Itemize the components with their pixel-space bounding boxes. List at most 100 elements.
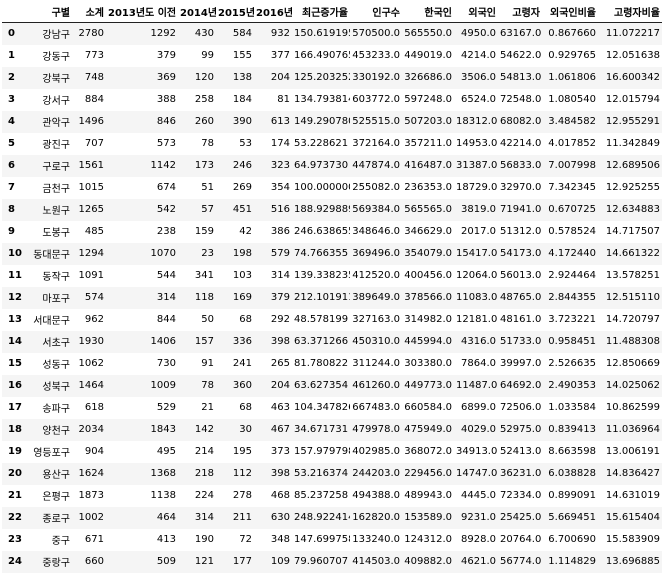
row-index: 3: [8, 94, 15, 105]
table-cell: 330192.0: [352, 72, 400, 83]
table-cell: 85.237258: [294, 490, 349, 501]
table-cell: 6899.0: [461, 402, 496, 413]
table-cell: 11.342849: [605, 138, 660, 149]
row-index: 21: [8, 490, 22, 501]
table-cell: 962: [84, 314, 104, 325]
table-cell: 4316.0: [461, 336, 496, 347]
table-cell: 468: [270, 490, 290, 501]
table-cell: 190: [194, 534, 214, 545]
table-cell: 121: [194, 556, 214, 567]
table-cell: 79.960707: [294, 556, 349, 567]
table-cell: 846: [156, 116, 176, 127]
table-cell: 4.172440: [548, 248, 596, 259]
table-cell: 18729.0: [456, 182, 498, 193]
header-cell-index: [2, 0, 26, 23]
table-cell: 292: [270, 314, 290, 325]
table-cell: 630: [270, 512, 290, 523]
table-cell: 양천구: [42, 426, 70, 437]
table-cell: 0.899091: [548, 490, 596, 501]
table-cell: 707: [84, 138, 104, 149]
table-cell: 72334.0: [500, 490, 542, 501]
table-cell: 389649.0: [352, 292, 400, 303]
table-cell: 12064.0: [456, 270, 498, 281]
table-cell: 7.007998: [548, 160, 596, 171]
table-cell: 23: [201, 248, 214, 259]
table-cell: 1496: [78, 116, 104, 127]
table-cell: 0.929765: [548, 50, 596, 61]
table-cell: 11.072217: [605, 28, 660, 40]
table-cell: 42214.0: [500, 138, 542, 149]
table-cell: 동대문구: [33, 250, 70, 261]
table-cell: 569384.0: [352, 204, 400, 215]
row-index: 17: [8, 402, 22, 413]
table-cell: 904: [84, 446, 104, 457]
table-cell: 관악구: [42, 118, 70, 129]
table-row: 24 중랑구 660 509 121 177 109 79.960707 414503.0 409…: [2, 550, 662, 573]
table-cell: 346629.0: [404, 226, 452, 237]
table-cell: 260: [194, 116, 214, 127]
row-index: 9: [8, 226, 15, 237]
table-cell: 112: [232, 468, 252, 479]
table-cell: 2034: [78, 424, 104, 435]
table-row: 20 용산구 1624 1368 218 112 398 53.216374 244203.0 2…: [2, 462, 662, 485]
table-cell: 155: [232, 50, 252, 61]
table-cell: 강남구: [42, 30, 70, 42]
table-cell: 368072.0: [404, 446, 452, 457]
table-cell: 72548.0: [500, 94, 542, 105]
table-cell: 379: [270, 292, 290, 303]
table-cell: 133240.0: [352, 534, 400, 545]
table-cell: 14953.0: [456, 138, 498, 149]
table-cell: 25425.0: [500, 512, 542, 523]
table-row: 2 강북구 748 369 120 138 204 125.203252 330192.0 326…: [2, 66, 662, 89]
table-cell: 149.290780: [294, 116, 350, 127]
table-cell: 244203.0: [352, 468, 400, 479]
table-cell: 314982.0: [404, 314, 452, 325]
table-cell: 1464: [78, 380, 104, 391]
table-cell: 494388.0: [352, 490, 400, 501]
table-cell: 255082.0: [352, 182, 400, 193]
table-cell: 142: [194, 424, 214, 435]
table-cell: 525515.0: [352, 116, 400, 127]
table-cell: 278: [232, 490, 252, 501]
table-cell: 0.867660: [548, 28, 596, 40]
table-cell: 159: [194, 226, 214, 237]
table-cell: 489943.0: [404, 490, 452, 501]
table-cell: 166.490765: [294, 50, 350, 61]
table-cell: 174: [270, 138, 290, 149]
table-cell: 성북구: [42, 382, 70, 393]
table-cell: 150.619195: [294, 28, 350, 40]
table-cell: 409882.0: [404, 556, 452, 567]
table-cell: 강북구: [42, 74, 70, 85]
table-cell: 565565.0: [404, 204, 452, 215]
table-cell: 14747.0: [456, 468, 498, 479]
table-cell: 2017.0: [461, 226, 496, 237]
table-cell: 447874.0: [352, 160, 400, 171]
table-cell: 64.973730: [294, 160, 349, 171]
table-cell: 1091: [78, 270, 104, 281]
table-cell: 218: [194, 468, 214, 479]
table-cell: 241: [232, 358, 252, 369]
table-cell: 2.526635: [548, 358, 596, 369]
table-cell: 52975.0: [500, 424, 542, 435]
table-cell: 7864.0: [461, 358, 496, 369]
dataframe-table: 구별 소계 2013년도 이전 2014년 2015년 2016년 최근증가율 인구수 한국인 외…: [2, 0, 662, 573]
table-cell: 68: [239, 402, 252, 413]
row-index: 8: [8, 204, 15, 215]
table-cell: 성동구: [42, 360, 70, 371]
table-cell: 229456.0: [404, 468, 452, 479]
table-cell: 100.000000: [294, 182, 350, 193]
table-cell: 종로구: [42, 514, 70, 525]
table-cell: 184: [232, 94, 252, 105]
table-cell: 544: [156, 270, 176, 281]
table-cell: 377: [270, 50, 290, 61]
table-cell: 11083.0: [456, 292, 498, 303]
table-cell: 14.717507: [605, 226, 660, 237]
table-cell: 강동구: [42, 52, 70, 63]
header-cell: 2016년: [254, 0, 292, 23]
table-cell: 134.793814: [294, 94, 350, 105]
table-cell: 3.484582: [548, 116, 596, 127]
table-cell: 1265: [78, 204, 104, 215]
table-cell: 449773.0: [404, 380, 452, 391]
table-cell: 204: [270, 72, 290, 83]
table-cell: 4029.0: [461, 424, 496, 435]
